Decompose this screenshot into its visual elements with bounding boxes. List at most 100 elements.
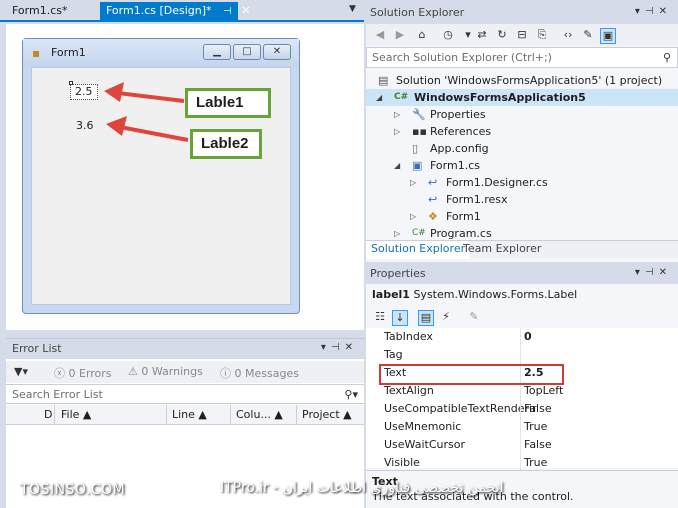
property-pages-icon[interactable]: ✎ xyxy=(466,310,482,326)
tab-form1-design[interactable]: Form1.cs [Design]* ⊣ ✕ xyxy=(100,2,250,20)
show-all-files-icon[interactable]: ⎘ xyxy=(534,28,550,44)
alphabetical-icon[interactable]: ↓ xyxy=(392,310,408,326)
view-code-icon[interactable]: ‹› xyxy=(560,28,576,44)
column-separator[interactable] xyxy=(54,405,55,425)
column-separator[interactable] xyxy=(230,405,231,425)
collapse-arrow-icon[interactable]: ◢ xyxy=(394,157,400,174)
property-name: UseMnemonic xyxy=(384,420,462,433)
tab-overflow-dropdown-icon[interactable]: ▼ xyxy=(349,4,356,14)
view-designer-icon[interactable]: ▣ xyxy=(600,28,616,44)
expand-arrow-icon[interactable]: ▷ xyxy=(410,174,416,191)
selection-handle[interactable] xyxy=(69,81,73,85)
class-icon: ❖ xyxy=(428,210,438,223)
property-row[interactable]: TabIndex 0 xyxy=(366,328,678,346)
warnings-count: 0 Warnings xyxy=(141,365,203,378)
tree-item-form1-cs[interactable]: ◢ ▣ Form1.cs xyxy=(366,157,678,174)
property-row[interactable]: UseWaitCursor False xyxy=(366,436,678,454)
search-icon[interactable]: ⚲ xyxy=(663,51,671,64)
search-icon[interactable]: ⚲▾ xyxy=(344,388,358,401)
error-list-header: Error List ▾⊣✕ xyxy=(6,339,364,359)
tree-item-properties[interactable]: ▷ 🔧 Properties xyxy=(366,106,678,123)
expand-arrow-icon[interactable]: ▷ xyxy=(410,208,416,225)
panel-window-buttons[interactable]: ▾⊣✕ xyxy=(635,267,672,278)
property-value[interactable]: False xyxy=(524,436,552,454)
pending-changes-icon[interactable]: ◷ xyxy=(440,28,456,44)
tree-item-form1-designer-cs[interactable]: ▷ ↩ Form1.Designer.cs xyxy=(366,174,678,191)
error-list-toolbar: ▼▾ ⓧ 0 Errors ⚠ 0 Warnings ⓘ 0 Messages xyxy=(6,361,364,383)
properties-toolbar: ☷ ↓ ▤ ⚡ ✎ xyxy=(366,306,678,328)
search-placeholder: Search Error List xyxy=(12,388,103,401)
tab-form1-cs[interactable]: Form1.cs* xyxy=(6,2,98,20)
error-search-input[interactable]: Search Error List ⚲▾ xyxy=(6,384,364,404)
object-selector[interactable]: label1 System.Windows.Forms.Label xyxy=(366,284,678,304)
collapse-all-icon[interactable]: ⊟ xyxy=(514,28,530,44)
text-property-highlight xyxy=(379,364,564,385)
column-separator[interactable] xyxy=(296,405,297,425)
property-row[interactable]: UseMnemonic True xyxy=(366,418,678,436)
tab-label: Form1.cs [Design]* xyxy=(106,4,212,17)
warnings-filter-button[interactable]: ⚠ 0 Warnings xyxy=(128,365,203,378)
column-header-project[interactable]: Project ▲ xyxy=(302,408,352,421)
collapse-arrow-icon[interactable]: ◢ xyxy=(376,89,382,106)
solution-explorer-toolbar: ◀ ▶ ⌂ ◷ ▾ ⇄ ↻ ⊟ ⎘ ‹› ✎ ▣ xyxy=(366,24,678,46)
column-separator xyxy=(520,436,521,454)
events-icon[interactable]: ⚡ xyxy=(438,310,454,326)
form-title: Form1 xyxy=(51,46,86,59)
properties-wrench-icon[interactable]: ✎ xyxy=(580,28,596,44)
properties-view-icon[interactable]: ▤ xyxy=(418,310,434,326)
errors-filter-button[interactable]: ⓧ 0 Errors xyxy=(54,365,112,381)
tree-item-label: Form1 xyxy=(446,210,481,223)
property-row[interactable]: UseCompatibleTextRenderir False xyxy=(366,400,678,418)
tree-item-form1-resx[interactable]: ↩ Form1.resx xyxy=(366,191,678,208)
label1-control[interactable]: 2.5 xyxy=(70,84,98,100)
error-list-columns: D File ▲ Line ▲ Colu... ▲ Project ▲ xyxy=(6,405,364,425)
tree-item-label: Properties xyxy=(430,108,486,121)
solution-explorer-panel: Solution Explorer ▾⊣✕ ◀ ▶ ⌂ ◷ ▾ ⇄ ↻ ⊟ ⎘ … xyxy=(366,0,678,262)
property-value[interactable]: 0 xyxy=(524,328,532,346)
forward-icon[interactable]: ▶ xyxy=(392,28,408,44)
expand-arrow-icon[interactable]: ▷ xyxy=(394,106,400,123)
form-window[interactable]: ▪ Form1 ▁ □ ✕ xyxy=(22,38,300,314)
tab-solution-explorer[interactable]: Solution Explorer xyxy=(366,241,471,259)
sync-icon[interactable]: ⇄ xyxy=(474,28,490,44)
panel-window-buttons[interactable]: ▾⊣✕ xyxy=(321,342,358,353)
property-value[interactable]: True xyxy=(524,418,547,436)
filter-icon[interactable]: ▼▾ xyxy=(14,365,28,378)
column-header-line[interactable]: Line ▲ xyxy=(172,408,207,421)
form-icon: ▪ xyxy=(32,46,41,60)
tree-item-solution[interactable]: ▤ Solution 'WindowsFormsApplication5' (1… xyxy=(366,72,678,89)
panel-window-buttons[interactable]: ▾⊣✕ xyxy=(635,6,672,17)
property-row[interactable]: Tag xyxy=(366,346,678,364)
expand-arrow-icon[interactable]: ▷ xyxy=(394,123,400,140)
callout-label2: Lable2 xyxy=(190,129,262,159)
errors-count: 0 Errors xyxy=(68,367,112,380)
tree-item-references[interactable]: ▷ ▪▪ References xyxy=(366,123,678,140)
column-header-file[interactable]: File ▲ xyxy=(61,408,91,421)
tree-item-form1-class[interactable]: ▷ ❖ Form1 xyxy=(366,208,678,225)
tree-item-app-config[interactable]: ▯ App.config xyxy=(366,140,678,157)
back-icon[interactable]: ◀ xyxy=(372,28,388,44)
column-header-column[interactable]: Colu... ▲ xyxy=(236,408,283,421)
tree-item-project[interactable]: ◢ C# WindowsFormsApplication5 xyxy=(366,89,678,106)
column-separator[interactable] xyxy=(166,405,167,425)
categorized-icon[interactable]: ☷ xyxy=(372,310,388,326)
maximize-icon: □ xyxy=(233,44,261,60)
tab-label: Form1.cs* xyxy=(12,4,68,17)
messages-filter-button[interactable]: ⓘ 0 Messages xyxy=(220,365,299,381)
pin-icon[interactable]: ⊣ xyxy=(223,6,232,17)
callout-label1: Lable1 xyxy=(185,88,271,118)
refresh-icon[interactable]: ↻ xyxy=(494,28,510,44)
column-label: File xyxy=(61,408,80,421)
property-value[interactable]: False xyxy=(524,400,552,418)
config-file-icon: ▯ xyxy=(412,142,419,155)
tree-item-label: Form1.Designer.cs xyxy=(446,176,548,189)
close-icon[interactable]: ✕ xyxy=(241,4,250,17)
column-separator xyxy=(520,400,521,418)
label2-control[interactable]: 3.6 xyxy=(76,119,94,132)
home-icon[interactable]: ⌂ xyxy=(414,28,430,44)
property-name: TabIndex xyxy=(384,330,433,343)
solution-search-input[interactable]: Search Solution Explorer (Ctrl+;) ⚲ xyxy=(366,47,678,68)
tab-team-explorer[interactable]: Team Explorer xyxy=(458,241,546,259)
property-name: UseWaitCursor xyxy=(384,438,465,451)
column-header-description[interactable]: D xyxy=(44,408,52,421)
